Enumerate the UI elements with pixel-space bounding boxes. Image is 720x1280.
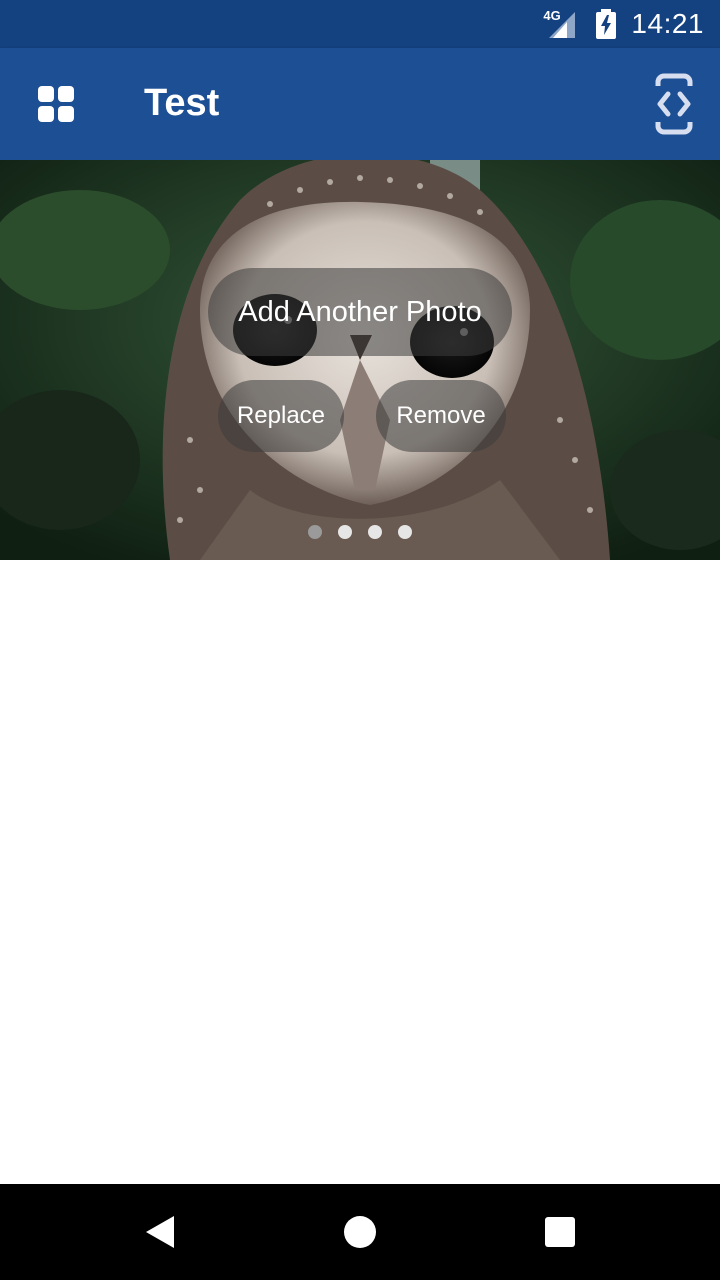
code-brackets-icon bbox=[655, 73, 693, 135]
navigation-bar bbox=[0, 1184, 720, 1280]
signal-icon: 4G bbox=[541, 8, 581, 40]
battery-charging-icon bbox=[596, 9, 617, 39]
page-indicator bbox=[0, 524, 720, 540]
replace-photo-button[interactable]: Replace bbox=[218, 380, 344, 452]
owl-photo bbox=[0, 160, 720, 560]
grid-menu-button[interactable] bbox=[30, 78, 82, 130]
remove-photo-button[interactable]: Remove bbox=[376, 380, 506, 452]
status-bar: 4G 14:21 bbox=[0, 0, 720, 48]
page-title: Test bbox=[144, 82, 220, 124]
page-dot[interactable] bbox=[368, 525, 382, 539]
grid-icon bbox=[38, 86, 74, 122]
clock: 14:21 bbox=[631, 8, 704, 39]
home-icon[interactable] bbox=[340, 1212, 380, 1252]
page-dot[interactable] bbox=[338, 525, 352, 539]
back-icon[interactable] bbox=[140, 1212, 180, 1252]
page-dot[interactable] bbox=[398, 525, 412, 539]
photo-carousel[interactable]: Add Another Photo Replace Remove bbox=[0, 160, 720, 560]
recents-icon[interactable] bbox=[540, 1212, 580, 1252]
add-photo-button[interactable]: Add Another Photo bbox=[208, 268, 512, 356]
app-bar: Test bbox=[0, 48, 720, 160]
code-view-button[interactable] bbox=[650, 72, 698, 136]
page-dot[interactable] bbox=[308, 525, 322, 539]
